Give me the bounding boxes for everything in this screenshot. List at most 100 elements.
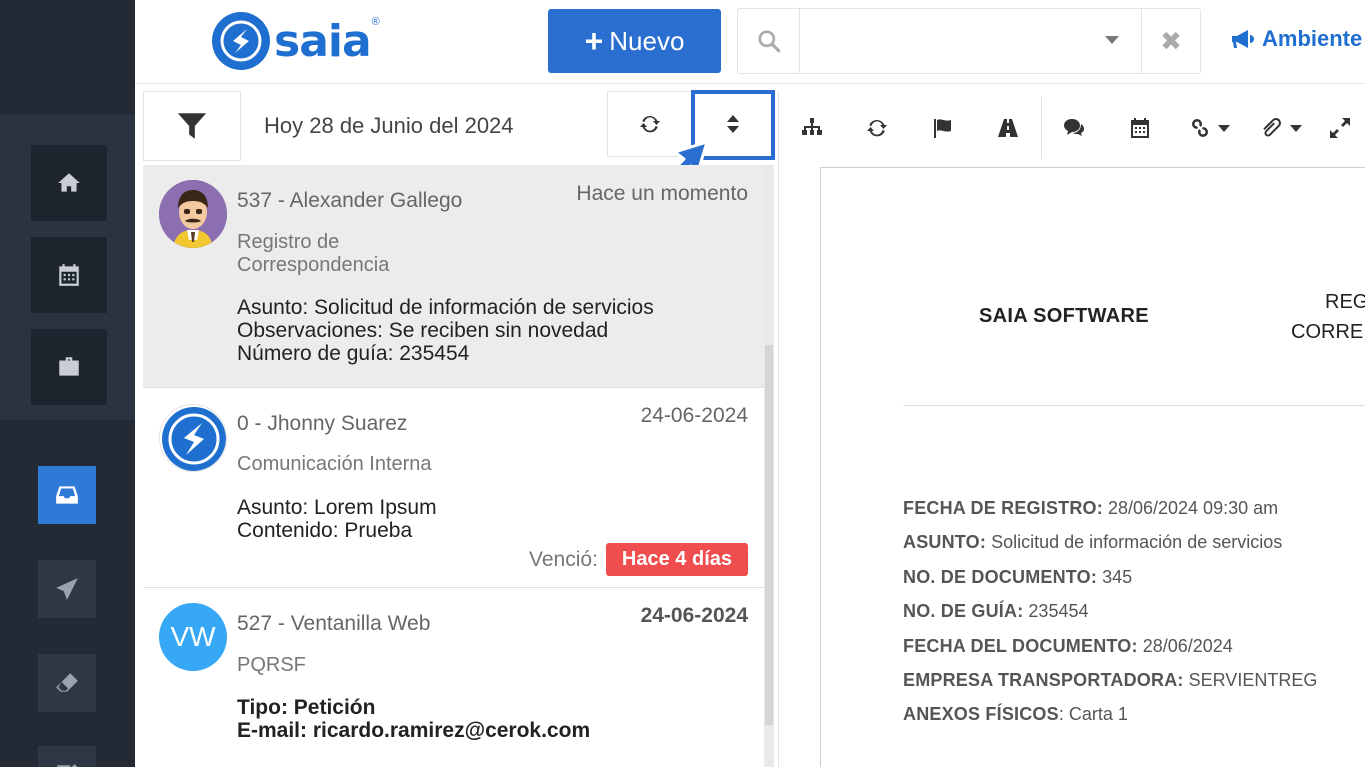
expired-label: Venció: <box>529 547 598 571</box>
sidebar-edit-button[interactable] <box>38 746 96 767</box>
avatar: VW <box>159 603 227 671</box>
item-subject: Asunto: Solicitud de información de serv… <box>237 296 654 319</box>
link-dropdown-button[interactable] <box>1172 97 1246 159</box>
field-registration-date: FECHA DE REGISTRO: 28/06/2024 09:30 am <box>903 498 1279 518</box>
field-guide-number: NO. DE GUÍA: 235454 <box>903 601 1089 622</box>
document-toolbar <box>779 97 1365 159</box>
item-guide-number: Número de guía: 235454 <box>237 342 470 365</box>
item-request-type: Tipo: Petición <box>237 696 376 719</box>
logo-registered: ® <box>371 16 380 28</box>
item-type-line1: Registro de <box>237 231 340 253</box>
refresh-document-button[interactable] <box>845 97 911 159</box>
document-fields: FECHA DE REGISTRO: 28/06/2024 09:30 am A… <box>903 498 1317 739</box>
document-company: SAIA SOFTWARE <box>979 305 1149 327</box>
item-content: Contenido: Prueba <box>237 519 413 542</box>
document-preview: SAIA SOFTWARE REG CORRE FECHA DE REGISTR… <box>820 167 1365 767</box>
sidebar-send-button[interactable] <box>38 560 96 618</box>
avatar <box>159 404 227 472</box>
saia-logo-icon <box>212 12 270 70</box>
item-title: 0 - Jhonny Suarez <box>237 412 408 435</box>
new-button[interactable]: + Nuevo <box>548 9 721 73</box>
hierarchy-button[interactable] <box>779 97 845 159</box>
item-type: Comunicación Interna <box>237 453 432 475</box>
calendar-icon <box>59 264 79 286</box>
paper-plane-icon <box>56 578 78 600</box>
road-button[interactable] <box>976 97 1042 159</box>
search-input[interactable] <box>800 9 1141 73</box>
search-icon[interactable] <box>738 9 800 73</box>
flag-button[interactable] <box>910 97 976 159</box>
document-title-line2: CORRE <box>1291 321 1364 343</box>
clear-search-icon[interactable]: ✖ <box>1142 9 1200 73</box>
calendar-icon <box>1130 118 1149 138</box>
link-icon <box>1192 119 1209 137</box>
inbox-icon <box>56 486 78 504</box>
expired-indicator: Venció: Hace 4 días <box>529 543 748 576</box>
sidebar-briefcase-button[interactable] <box>31 329 107 405</box>
home-icon <box>58 173 80 192</box>
item-title: 527 - Ventanilla Web <box>237 612 431 635</box>
refresh-icon <box>640 115 660 133</box>
refresh-icon <box>867 119 888 137</box>
sidebar-eraser-button[interactable] <box>38 654 96 712</box>
briefcase-icon <box>59 357 79 376</box>
item-title: 537 - Alexander Gallego <box>237 189 463 212</box>
ambiente-link[interactable]: Ambiente <box>1230 26 1362 52</box>
field-carrier: EMPRESA TRANSPORTADORA: SERVIENTREG <box>903 669 1318 690</box>
ambiente-label: Ambiente <box>1262 26 1363 51</box>
avatar <box>159 180 227 248</box>
flag-icon <box>933 119 951 138</box>
expand-button[interactable] <box>1315 97 1365 159</box>
search-box: ✖ <box>737 8 1201 74</box>
chevron-down-icon <box>1218 124 1231 132</box>
list-item[interactable]: 0 - Jhonny Suarez 24-06-2024 Comunicació… <box>143 388 764 588</box>
search-field <box>800 9 1142 73</box>
expired-badge: Hace 4 días <box>605 543 748 576</box>
list-scrollbar[interactable] <box>764 165 774 767</box>
saia-logo[interactable]: saia ® <box>212 12 380 70</box>
item-type-line2: Correspondencia <box>237 254 390 276</box>
chevron-down-icon[interactable] <box>1105 36 1119 44</box>
date-label: Hoy 28 de Junio del 2024 <box>264 113 514 138</box>
logo-word: saia <box>274 15 372 67</box>
field-document-number: NO. DE DOCUMENTO: 345 <box>903 566 1133 587</box>
item-email: E-mail: ricardo.ramirez@cerok.com <box>237 719 591 742</box>
pane-divider <box>778 91 779 767</box>
chevron-down-icon <box>1289 124 1302 132</box>
filter-button[interactable] <box>143 91 241 161</box>
eraser-icon <box>56 673 78 692</box>
paperclip-icon <box>1262 117 1281 137</box>
list-item[interactable]: 537 - Alexander Gallego Hace un momento … <box>143 165 764 388</box>
list-item[interactable]: VW 527 - Ventanilla Web 24-06-2024 PQRSF… <box>143 588 764 767</box>
calendar-button[interactable] <box>1107 97 1173 159</box>
item-type: PQRSF <box>237 654 306 676</box>
attachment-dropdown-button[interactable] <box>1246 97 1316 159</box>
left-sidebar <box>0 0 135 767</box>
item-time: Hace un momento <box>576 182 748 205</box>
sitemap-icon <box>801 118 822 135</box>
scrollbar-thumb[interactable] <box>765 345 773 725</box>
comments-icon <box>1064 119 1085 136</box>
sidebar-calendar-button[interactable] <box>31 237 107 313</box>
item-time: 24-06-2024 <box>640 604 748 627</box>
megaphone-icon <box>1232 30 1254 48</box>
filter-icon <box>177 113 207 139</box>
item-time: 24-06-2024 <box>640 404 748 427</box>
item-subject: Asunto: Lorem Ipsum <box>237 496 437 519</box>
expand-icon <box>1330 118 1351 138</box>
sidebar-inbox-button[interactable] <box>38 466 96 524</box>
field-document-date: FECHA DEL DOCUMENTO: 28/06/2024 <box>903 635 1233 656</box>
edit-icon <box>57 764 78 767</box>
new-button-label: Nuevo <box>609 25 685 56</box>
sort-icon <box>727 115 739 133</box>
document-title-line1: REG <box>1325 291 1365 313</box>
road-icon <box>998 119 1019 137</box>
document-list: 537 - Alexander Gallego Hace un momento … <box>143 165 764 767</box>
sidebar-home-button[interactable] <box>31 145 107 221</box>
top-header: saia ® + Nuevo ✖ Ambiente <box>135 0 1365 84</box>
document-divider <box>903 405 1365 406</box>
field-subject: ASUNTO: Solicitud de información de serv… <box>903 532 1283 553</box>
plus-icon: + <box>584 23 604 59</box>
field-attachments: ANEXOS FÍSICOS: Carta 1 <box>903 704 1128 725</box>
comments-button[interactable] <box>1041 97 1107 159</box>
